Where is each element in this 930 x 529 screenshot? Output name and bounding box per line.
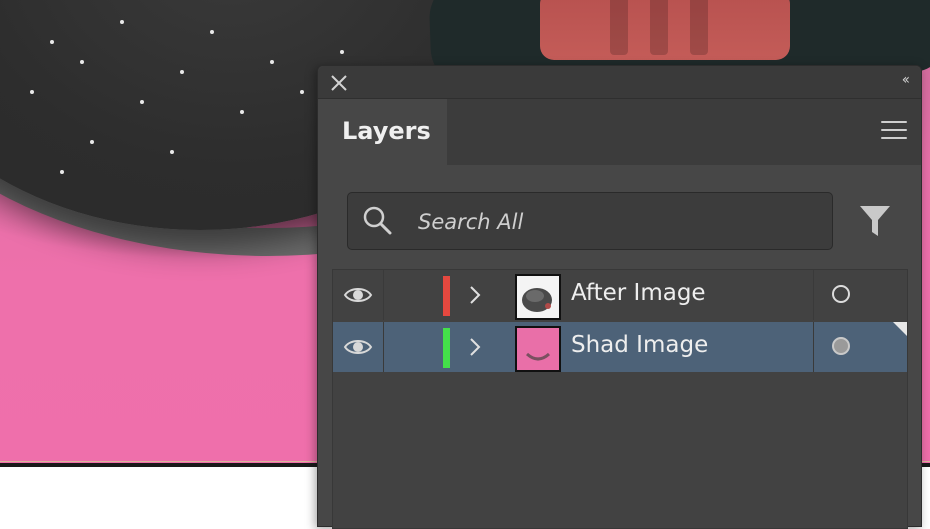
layer-color-swatch [443, 276, 450, 316]
search-placeholder: Search All [418, 210, 524, 234]
filter-icon[interactable] [858, 203, 892, 239]
layer-name[interactable]: Shad Image [571, 332, 708, 358]
tab-strip: Layers [318, 99, 921, 165]
layer-color-swatch [443, 328, 450, 368]
layers-list: After Image Shad Image [332, 269, 908, 529]
layer-row-selected[interactable]: Shad Image [333, 322, 907, 372]
search-icon [363, 206, 392, 235]
close-icon[interactable] [328, 72, 350, 94]
pan-handle-grip [540, 0, 790, 60]
tab-layers[interactable]: Layers [318, 99, 447, 165]
eye-icon[interactable] [343, 283, 373, 307]
layer-thumbnail [515, 274, 561, 320]
chevron-right-icon[interactable] [468, 284, 482, 306]
panel-titlebar[interactable]: ‹‹ [318, 66, 921, 99]
selection-indicator [893, 322, 907, 336]
chevron-right-icon[interactable] [468, 336, 482, 358]
collapse-icon[interactable]: ‹‹ [902, 72, 910, 88]
tab-layers-label: Layers [342, 117, 431, 145]
eye-icon[interactable] [343, 335, 373, 359]
layer-thumbnail [515, 326, 561, 372]
layer-target-icon[interactable] [832, 337, 850, 355]
menu-icon[interactable] [881, 121, 907, 143]
layer-row[interactable]: After Image [333, 270, 907, 320]
layer-target-icon[interactable] [832, 285, 850, 303]
layers-panel: ‹‹ Layers Search All After Image Shad Im… [317, 65, 922, 529]
search-input[interactable]: Search All [347, 192, 833, 250]
layer-name[interactable]: After Image [571, 280, 706, 306]
